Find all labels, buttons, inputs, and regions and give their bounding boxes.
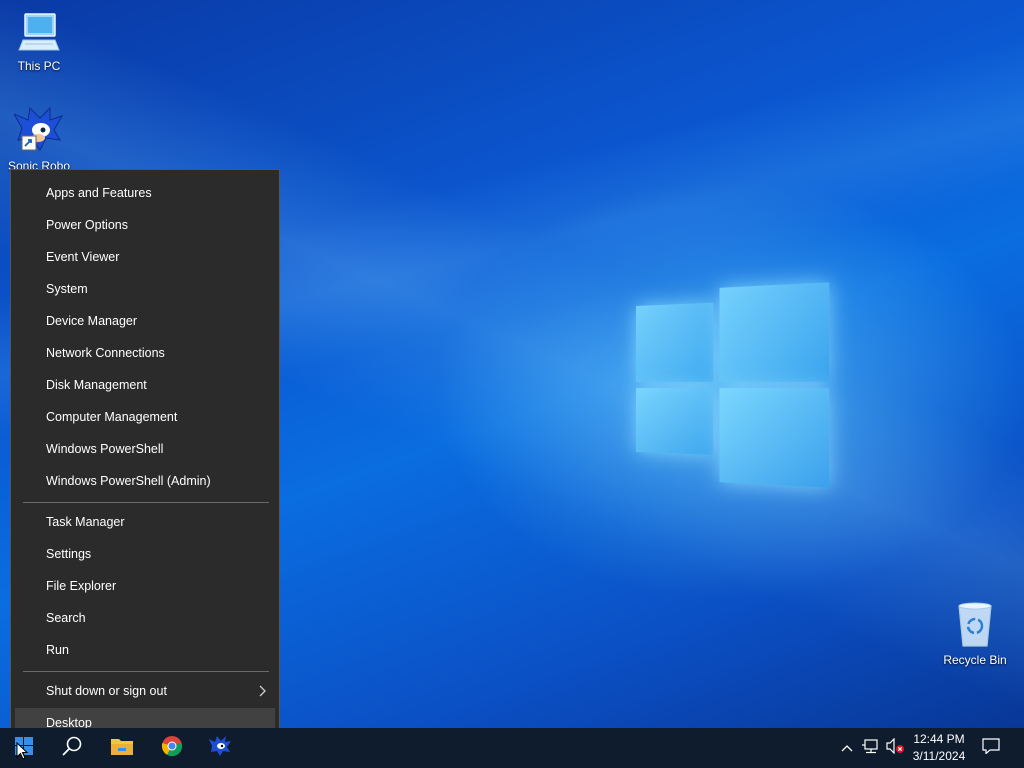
action-center-button[interactable] [978,728,1004,768]
desktop-icon-label: Recycle Bin [943,653,1007,667]
taskbar-clock[interactable]: 12:44 PM 3/11/2024 [905,731,973,765]
menu-item-label: System [46,282,88,296]
menu-item-power-options[interactable]: Power Options [15,210,275,240]
desktop-icon-sonic-robo[interactable]: Sonic Robo [2,106,76,173]
sonic-app-icon [209,735,231,761]
menu-item-run[interactable]: Run [15,635,275,665]
menu-item-label: Run [46,643,69,657]
desktop-icon-recycle-bin[interactable]: Recycle Bin [938,602,1012,667]
menu-separator [23,671,269,672]
menu-item-label: Task Manager [46,515,125,529]
menu-item-task-manager[interactable]: Task Manager [15,507,275,537]
menu-item-label: Apps and Features [46,186,152,200]
desktop-icon-label: This PC [17,59,61,73]
search-icon [61,735,83,762]
taskbar-chrome[interactable] [148,728,196,768]
taskbar: 12:44 PM 3/11/2024 [0,728,1024,768]
menu-item-label: File Explorer [46,579,117,593]
menu-item-file-explorer[interactable]: File Explorer [15,571,275,601]
computer-icon [2,10,76,57]
chevron-up-icon [841,739,853,757]
power-user-menu: Apps and Features Power Options Event Vi… [10,169,280,747]
menu-item-label: Search [46,611,86,625]
network-icon [862,738,880,759]
menu-item-label: Event Viewer [46,250,120,264]
volume-muted-icon [885,737,905,759]
file-explorer-icon [110,736,134,761]
menu-item-windows-powershell-admin[interactable]: Windows PowerShell (Admin) [15,466,275,496]
menu-item-label: Power Options [46,218,128,232]
menu-item-label: Settings [46,547,92,561]
menu-item-label: Disk Management [46,378,147,392]
menu-item-apps-and-features[interactable]: Apps and Features [15,178,275,208]
menu-item-computer-management[interactable]: Computer Management [15,402,275,432]
mouse-cursor-icon [16,741,29,765]
menu-item-system[interactable]: System [15,274,275,304]
menu-item-event-viewer[interactable]: Event Viewer [15,242,275,272]
chrome-icon [161,735,183,762]
volume-tray-button[interactable] [884,728,906,768]
menu-item-label: Computer Management [46,410,178,424]
clock-time: 12:44 PM [913,732,965,746]
menu-separator [23,502,269,503]
menu-item-windows-powershell[interactable]: Windows PowerShell [15,434,275,464]
menu-item-label: Network Connections [46,346,165,360]
taskbar-sonic-app[interactable] [196,728,244,768]
menu-item-search[interactable]: Search [15,603,275,633]
menu-item-shut-down-or-sign-out[interactable]: Shut down or sign out [15,676,275,706]
search-button[interactable] [48,728,96,768]
taskbar-file-explorer[interactable] [98,728,146,768]
menu-item-label: Device Manager [46,314,138,328]
network-tray-button[interactable] [860,728,882,768]
clock-date: 3/11/2024 [912,749,966,763]
windows-logo-wallpaper [636,280,832,490]
menu-item-label: Shut down or sign out [46,684,167,698]
menu-item-network-connections[interactable]: Network Connections [15,338,275,368]
action-center-icon [982,737,1000,759]
menu-item-disk-management[interactable]: Disk Management [15,370,275,400]
menu-item-settings[interactable]: Settings [15,539,275,569]
sonic-shortcut-icon [2,106,76,157]
menu-item-label: Windows PowerShell [46,442,164,456]
menu-item-label: Windows PowerShell (Admin) [46,474,211,488]
recycle-bin-icon [938,602,1012,651]
menu-item-device-manager[interactable]: Device Manager [15,306,275,336]
desktop-icon-this-pc[interactable]: This PC [2,10,76,73]
show-hidden-icons-button[interactable] [838,728,856,768]
